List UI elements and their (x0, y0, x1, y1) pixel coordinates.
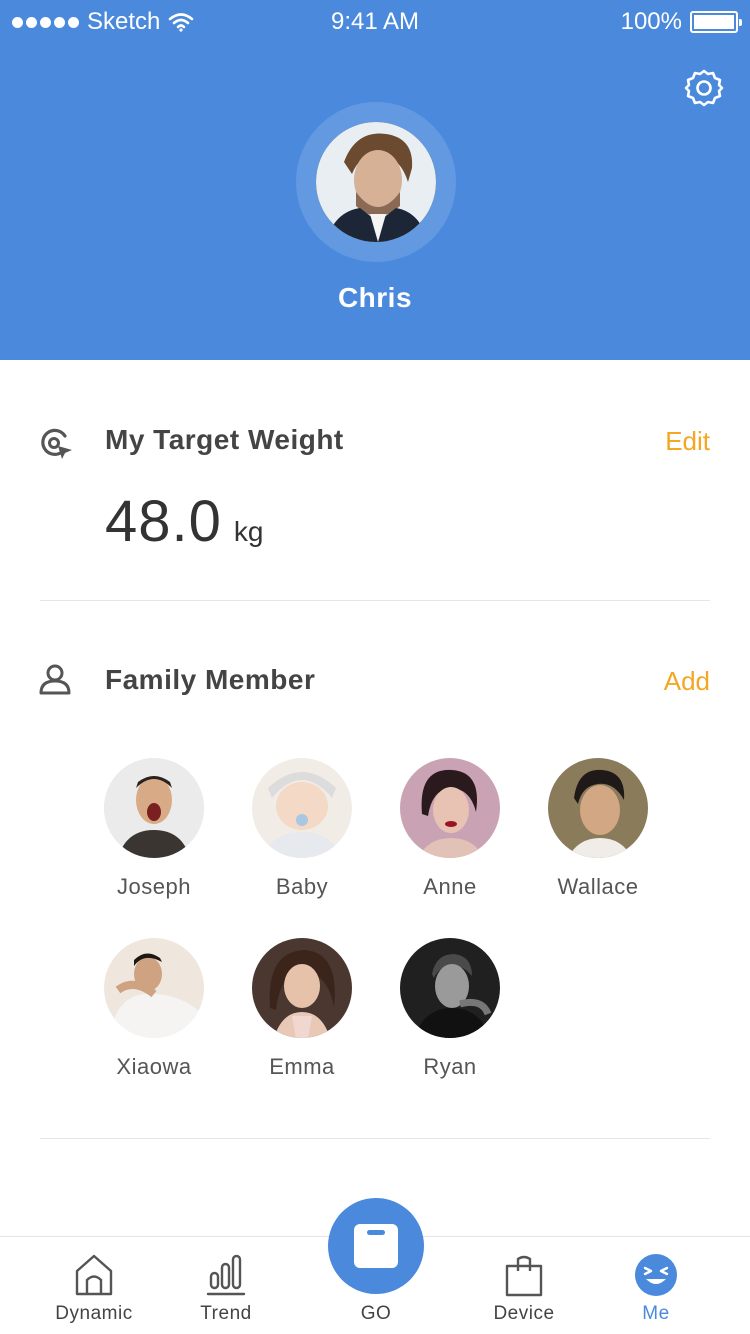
profile-photo-image (316, 122, 436, 242)
member-joseph[interactable]: Joseph (79, 758, 229, 900)
edit-target-button[interactable]: Edit (665, 426, 710, 457)
profile-header: Sketch 9:41 AM 100% Chris (0, 0, 750, 360)
member-emma[interactable]: Emma (227, 938, 377, 1080)
smile-face-icon (635, 1254, 677, 1296)
member-name: Baby (275, 874, 329, 899)
member-wallace[interactable]: Wallace (523, 758, 673, 900)
go-button[interactable] (328, 1198, 424, 1294)
tab-label: Me (642, 1303, 670, 1324)
bag-icon (505, 1255, 543, 1297)
member-avatar (104, 758, 204, 858)
target-weight-unit: kg (233, 516, 264, 547)
battery-percent: 100% (620, 8, 682, 35)
tab-label: Device (493, 1303, 555, 1324)
member-avatar (400, 938, 500, 1038)
tab-label: GO (360, 1303, 392, 1324)
member-avatar (104, 938, 204, 1038)
tab-me[interactable]: Me (596, 1237, 716, 1334)
bar-chart-icon (206, 1254, 246, 1296)
section-divider (40, 1138, 710, 1139)
member-name: Joseph (117, 874, 191, 899)
section-divider (40, 600, 710, 601)
tab-trend[interactable]: Trend (166, 1237, 286, 1334)
tab-device[interactable]: Device (464, 1237, 584, 1334)
battery-icon (690, 11, 742, 33)
tab-label: Dynamic (55, 1303, 133, 1324)
member-anne[interactable]: Anne (375, 758, 525, 900)
member-ryan[interactable]: Ryan (375, 938, 525, 1080)
member-name: Anne (423, 874, 477, 899)
target-weight-display: 48.0 kg (105, 488, 263, 555)
member-name: Xiaowa (116, 1054, 192, 1079)
member-avatar (548, 758, 648, 858)
profile-avatar[interactable] (316, 122, 436, 242)
member-baby[interactable]: Baby (227, 758, 377, 900)
target-icon (41, 428, 72, 459)
target-weight-title: My Target Weight (105, 424, 344, 455)
member-avatar (252, 758, 352, 858)
settings-gear-icon[interactable] (684, 68, 724, 108)
tab-label: Trend (200, 1303, 252, 1324)
member-avatar (252, 938, 352, 1038)
family-member-title: Family Member (105, 664, 316, 695)
battery-status: 100% (620, 8, 742, 36)
member-name: Ryan (423, 1054, 477, 1079)
member-name: Emma (269, 1054, 335, 1079)
profile-name: Chris (337, 282, 413, 313)
status-bar: Sketch 9:41 AM 100% (0, 0, 750, 44)
person-icon (39, 664, 71, 695)
target-weight-value: 48.0 (105, 489, 222, 554)
member-avatar (400, 758, 500, 858)
member-name: Wallace (557, 874, 639, 899)
tab-dynamic[interactable]: Dynamic (34, 1237, 154, 1334)
member-xiaowa[interactable]: Xiaowa (79, 938, 229, 1080)
add-member-button[interactable]: Add (664, 666, 710, 697)
scale-icon (354, 1224, 398, 1268)
home-icon (75, 1254, 113, 1296)
